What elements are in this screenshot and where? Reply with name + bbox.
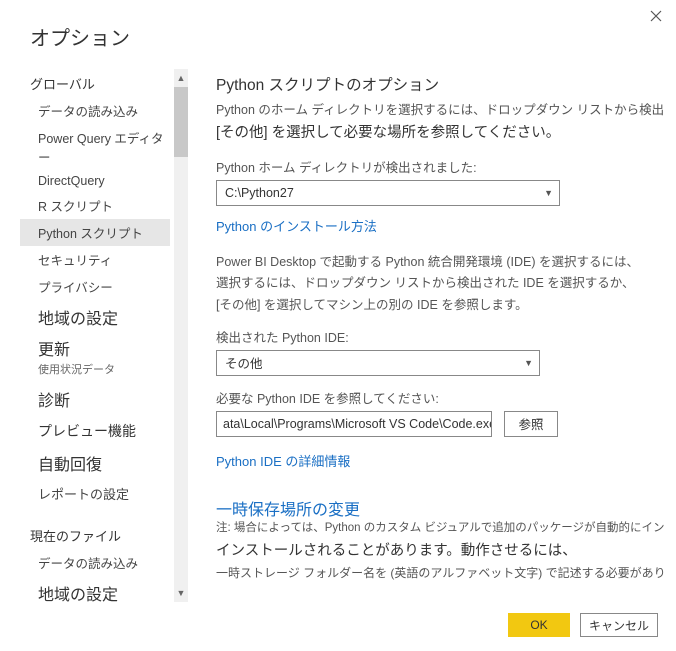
ide-path-value: ata\Local\Programs\Microsoft VS Code\Cod… [223, 417, 492, 431]
temp-note-3: 一時ストレージ フォルダー名を (英語のアルファベット文字) で記述する必要があ… [216, 564, 664, 583]
scrollbar-thumb[interactable] [174, 87, 188, 157]
install-guide-link[interactable]: Python のインストール方法 [216, 216, 377, 235]
intro-line-1: Python のホーム ディレクトリを選択するには、ドロップダウン リストから検… [216, 101, 664, 120]
ide-line-3: [その他] を選択してマシン上の別の IDE を参照します。 [216, 296, 664, 315]
ide-details-link[interactable]: Python IDE の詳細情報 [216, 451, 350, 470]
intro-line-2: [その他] を選択して必要な場所を参照してください。 [216, 122, 664, 144]
ide-line-2: 選択するには、ドロップダウン リストから検出された IDE を選択するか、 [216, 274, 664, 293]
ok-button[interactable]: OK [508, 613, 570, 637]
sidebar-section-current: 現在のファイル [20, 521, 170, 549]
ide-path-input[interactable]: ata\Local\Programs\Microsoft VS Code\Cod… [216, 411, 492, 437]
nav-python-script[interactable]: Python スクリプト [20, 219, 170, 246]
ide-line-1: Power BI Desktop で起動する Python 統合開発環境 (ID… [216, 253, 664, 272]
home-dir-value: C:\Python27 [225, 186, 294, 200]
scroll-up-icon[interactable]: ▲ [174, 71, 188, 85]
browse-button[interactable]: 参照 [504, 411, 558, 437]
chevron-down-icon: ▼ [524, 358, 533, 368]
nav-cur-data-load[interactable]: データの読み込み [20, 549, 170, 576]
ide-path-label: 必要な Python IDE を参照してください: [216, 388, 664, 407]
ide-select-label: 検出された Python IDE: [216, 327, 664, 346]
nav-data-load[interactable]: データの読み込み [20, 97, 170, 124]
nav-regional[interactable]: 地域の設定 [20, 300, 170, 334]
close-button[interactable] [646, 6, 666, 26]
nav-cur-regional[interactable]: 地域の設定 [20, 576, 170, 602]
temp-note-2: インストールされることがあります。動作させるには、 [216, 540, 664, 562]
ide-select-value: その他 [225, 353, 263, 372]
nav-security[interactable]: セキュリティ [20, 246, 170, 273]
temp-note-1: 注: 場合によっては、Python のカスタム ビジュアルで追加のパッケージが自… [216, 520, 664, 538]
sidebar-scrollbar[interactable]: ▲ ▼ [174, 69, 188, 602]
nav-update[interactable]: 更新 [20, 334, 170, 360]
sidebar-section-global: グローバル [20, 69, 170, 97]
scroll-down-icon[interactable]: ▼ [174, 586, 188, 600]
nav-power-query[interactable]: Power Query エディター [20, 124, 170, 170]
home-dir-select[interactable]: C:\Python27 ▼ [216, 180, 560, 206]
section-heading: Python スクリプトのオプション [216, 73, 664, 95]
home-dir-label: Python ホーム ディレクトリが検出されました: [216, 157, 664, 176]
nav-privacy[interactable]: プライバシー [20, 273, 170, 300]
chevron-down-icon: ▼ [544, 188, 553, 198]
nav-usage-data[interactable]: 使用状況データ [20, 360, 170, 382]
nav-autorecover[interactable]: 自動回復 [20, 446, 170, 480]
temp-storage-link[interactable]: 一時保存場所の変更 [216, 496, 664, 520]
dialog-title: オプション [0, 0, 676, 51]
ide-select[interactable]: その他 ▼ [216, 350, 540, 376]
nav-diagnostics[interactable]: 診断 [20, 382, 170, 416]
nav-preview[interactable]: プレビュー機能 [20, 416, 170, 446]
nav-r-script[interactable]: R スクリプト [20, 192, 170, 219]
nav-directquery[interactable]: DirectQuery [20, 170, 170, 192]
content-pane: Python スクリプトのオプション Python のホーム ディレクトリを選択… [188, 69, 676, 602]
cancel-button[interactable]: キャンセル [580, 613, 658, 637]
nav-report-settings[interactable]: レポートの設定 [20, 480, 170, 507]
sidebar: ▲ ▼ グローバル データの読み込み Power Query エディター Dir… [20, 69, 188, 602]
